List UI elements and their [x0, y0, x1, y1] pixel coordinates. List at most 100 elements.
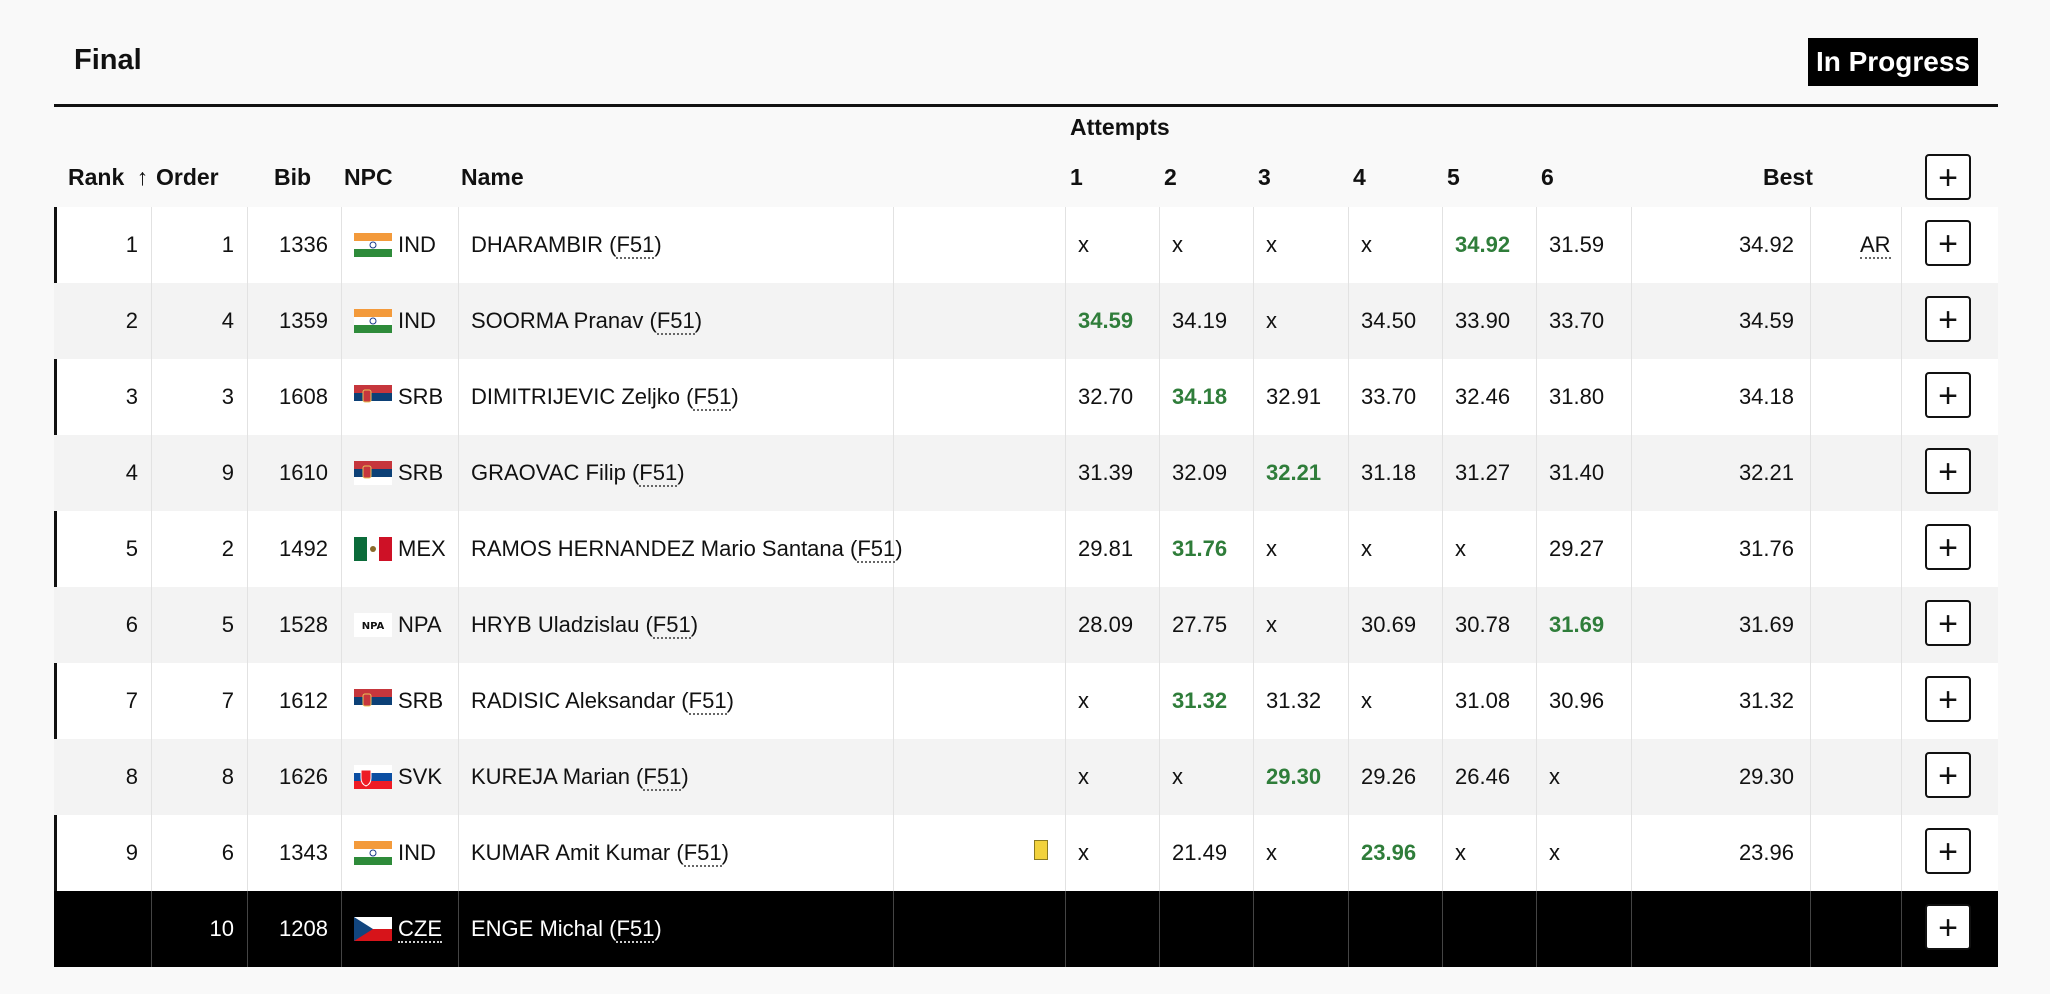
- attempt-cell: x: [1078, 840, 1089, 865]
- svg-text:NPA: NPA: [362, 621, 385, 632]
- npc-code[interactable]: SRB: [398, 435, 443, 511]
- name-column-header[interactable]: Name: [461, 164, 524, 191]
- cell-divider: [1810, 815, 1811, 891]
- table-row[interactable]: 7 7 1612 SRB RADISIC Aleksandar (F51) x 31.32 3…: [54, 663, 1998, 739]
- athlete-name[interactable]: ENGE Michal (F51): [471, 891, 662, 967]
- npc-code[interactable]: IND: [398, 283, 436, 359]
- npc-code[interactable]: IND: [398, 815, 436, 891]
- cell-divider: [893, 207, 894, 283]
- athlete-name[interactable]: DIMITRIJEVIC Zeljko (F51): [471, 359, 739, 435]
- npc-code[interactable]: NPA: [398, 587, 442, 663]
- table-row[interactable]: 2 4 1359 IND SOORMA Pranav (F51) 34.59 34.19 x 3…: [54, 283, 1998, 359]
- rank-column-header[interactable]: Rank ↑: [68, 164, 148, 191]
- order-column-header[interactable]: Order: [156, 164, 219, 191]
- cell-divider: [1348, 815, 1349, 891]
- table-row[interactable]: 9 6 1343 IND KUMAR Amit Kumar (F51) x 21.49 x 23…: [54, 815, 1998, 891]
- cell-divider: [1065, 587, 1066, 663]
- table-row[interactable]: 1 1 1336 IND DHARAMBIR (F51) x x x x 34.92 31.59 34…: [54, 207, 1998, 283]
- expand-row-button[interactable]: +: [1925, 448, 1971, 494]
- npc-code-text: SRB: [398, 460, 444, 485]
- cell-divider: [1442, 739, 1443, 815]
- athlete-name[interactable]: DHARAMBIR (F51): [471, 207, 662, 283]
- npc-column-header[interactable]: NPC: [344, 164, 393, 191]
- expand-row-button[interactable]: +: [1925, 828, 1971, 874]
- attempt-cell: 32.21: [1266, 460, 1322, 485]
- attempt-cell: 30.96: [1549, 688, 1605, 713]
- athlete-name[interactable]: GRAOVAC Filip (F51): [471, 435, 685, 511]
- expand-row-button[interactable]: +: [1925, 372, 1971, 418]
- sport-class-abbr: F51: [683, 840, 722, 867]
- attempt-cell: 32.09: [1172, 460, 1228, 485]
- cell-divider: [341, 739, 342, 815]
- cell-divider: [1159, 283, 1160, 359]
- record-abbr[interactable]: AR: [1860, 232, 1891, 259]
- npc-code-text: IND: [398, 232, 436, 257]
- cell-divider: [1901, 435, 1902, 511]
- attempt-cell: 26.46: [1455, 764, 1511, 789]
- attempt-cell: 23.96: [1361, 840, 1417, 865]
- attempt-cell: x: [1266, 308, 1277, 333]
- athlete-name[interactable]: KUREJA Marian (F51): [471, 739, 689, 815]
- athlete-name[interactable]: HRYB Uladzislau (F51): [471, 587, 698, 663]
- cell-divider: [1159, 739, 1160, 815]
- expand-row-button[interactable]: +: [1925, 676, 1971, 722]
- expand-row-button[interactable]: +: [1925, 296, 1971, 342]
- athlete-name[interactable]: RAMOS HERNANDEZ Mario Santana (F51): [471, 511, 903, 587]
- best-column-header[interactable]: Best: [1763, 164, 1813, 191]
- bib-cell: 1608: [279, 384, 328, 409]
- cell-divider: [1442, 283, 1443, 359]
- npc-code[interactable]: IND: [398, 207, 436, 283]
- cell-divider: [1159, 891, 1160, 967]
- npc-code[interactable]: SVK: [398, 739, 442, 815]
- attempt-3-header: 3: [1258, 164, 1271, 190]
- athlete-name-close: ): [654, 916, 662, 941]
- athlete-name-close: ): [726, 688, 734, 713]
- cell-divider: [1536, 511, 1537, 587]
- table-row[interactable]: 5 2 1492 MEX RAMOS HERNANDEZ Mario Santana (…: [54, 511, 1998, 587]
- cell-divider: [1810, 283, 1811, 359]
- npc-code[interactable]: MEX: [398, 511, 446, 587]
- cell-divider: [341, 815, 342, 891]
- table-row[interactable]: 4 9 1610 SRB GRAOVAC Filip (F51) 31.39 32.09 32…: [54, 435, 1998, 511]
- expand-row-button[interactable]: +: [1925, 524, 1971, 570]
- attempt-cell: 29.26: [1361, 764, 1417, 789]
- npc-code[interactable]: CZE: [398, 891, 442, 967]
- attempt-cell: 31.80: [1549, 384, 1605, 409]
- cell-divider: [1810, 435, 1811, 511]
- table-row[interactable]: 6 5 1528 NPA NPA HRYB Uladzislau (F51) 28.09 27…: [54, 587, 1998, 663]
- attempt-cell: x: [1266, 536, 1277, 561]
- cell-divider: [1253, 739, 1254, 815]
- attempt-cell: x: [1455, 840, 1466, 865]
- best-cell: 34.18: [1738, 384, 1794, 409]
- cell-divider: [341, 511, 342, 587]
- table-row[interactable]: 10 1208 CZE ENGE Michal (F51) +: [54, 891, 1998, 967]
- bib-column-header[interactable]: Bib: [274, 164, 311, 191]
- expand-row-button[interactable]: +: [1925, 600, 1971, 646]
- athlete-name[interactable]: KUMAR Amit Kumar (F51): [471, 815, 729, 891]
- expand-row-button[interactable]: +: [1925, 752, 1971, 798]
- athlete-name[interactable]: RADISIC Aleksandar (F51): [471, 663, 734, 739]
- npc-code[interactable]: SRB: [398, 663, 443, 739]
- expand-row-button[interactable]: +: [1925, 904, 1971, 950]
- attempt-cell: 34.92: [1455, 232, 1511, 257]
- cell-divider: [1536, 435, 1537, 511]
- attempt-cell: x: [1549, 764, 1560, 789]
- cell-divider: [1159, 511, 1160, 587]
- npc-code[interactable]: SRB: [398, 359, 443, 435]
- npc-code-text: SRB: [398, 384, 444, 409]
- cell-divider: [341, 283, 342, 359]
- attempt-cell: 30.78: [1455, 612, 1511, 637]
- table-row[interactable]: 8 8 1626 SVK KUREJA Marian (F51) x x 29.30 29.26…: [54, 739, 1998, 815]
- athlete-name[interactable]: SOORMA Pranav (F51): [471, 283, 702, 359]
- attempt-cell: 33.70: [1361, 384, 1417, 409]
- athlete-name-text: DHARAMBIR (: [471, 232, 617, 257]
- add-column-button[interactable]: +: [1925, 154, 1971, 200]
- npc-code-text: IND: [398, 308, 436, 333]
- table-row[interactable]: 3 3 1608 SRB DIMITRIJEVIC Zeljko (F51) 32.70 3…: [54, 359, 1998, 435]
- attempt-cell: x: [1266, 612, 1277, 637]
- cell-divider: [1631, 435, 1632, 511]
- attempts-group-header: Attempts: [1070, 114, 1170, 140]
- cell-divider: [1065, 511, 1066, 587]
- expand-row-button[interactable]: +: [1925, 220, 1971, 266]
- attempt-6-header: 6: [1541, 164, 1554, 190]
